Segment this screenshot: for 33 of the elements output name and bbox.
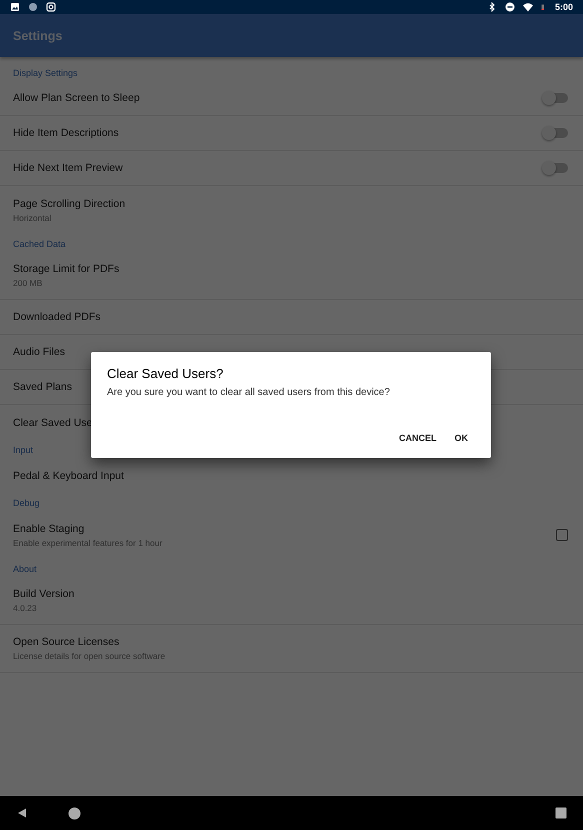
setting-title[interactable]: Storage Limit for PDFs bbox=[13, 263, 570, 275]
wifi-icon bbox=[522, 2, 533, 12]
battery-icon bbox=[540, 2, 547, 12]
setting-title[interactable]: Hide Next Item Preview bbox=[13, 162, 544, 174]
setting-title[interactable]: Enable Staging bbox=[13, 522, 556, 534]
section-header: Cached Data bbox=[12, 238, 67, 251]
section-header: About bbox=[12, 563, 38, 576]
dialog-title: Clear Saved Users? bbox=[107, 366, 224, 381]
app-bar-title: Settings bbox=[13, 28, 62, 42]
dialog-button[interactable]: CANCEL bbox=[392, 427, 444, 449]
back-icon[interactable] bbox=[16, 807, 28, 819]
toggle-switch[interactable] bbox=[544, 128, 568, 138]
setting-title[interactable]: Downloaded PDFs bbox=[13, 311, 570, 323]
checkbox[interactable] bbox=[556, 529, 568, 541]
recents-icon[interactable] bbox=[555, 807, 567, 819]
section-header: Display Settings bbox=[12, 67, 79, 80]
setting-title[interactable]: Allow Plan Screen to Sleep bbox=[13, 92, 544, 104]
dialog-message: Are you sure you want to clear all saved users from this device? bbox=[107, 387, 391, 398]
bluetooth-icon bbox=[486, 2, 497, 12]
setting-title[interactable]: Page Scrolling Direction bbox=[13, 198, 570, 210]
home-icon[interactable] bbox=[68, 806, 81, 820]
section-header: Debug bbox=[12, 497, 41, 510]
camera-icon bbox=[46, 2, 56, 12]
setting-title[interactable]: Open Source Licenses bbox=[13, 636, 570, 648]
clock-time: 5:00 bbox=[554, 2, 573, 12]
toggle-switch[interactable] bbox=[544, 93, 568, 103]
section-header: Input bbox=[12, 444, 34, 457]
setting-title[interactable]: Hide Item Descriptions bbox=[13, 127, 544, 139]
toggle-switch[interactable] bbox=[544, 163, 568, 173]
setting-title[interactable]: Build Version bbox=[13, 588, 570, 600]
setting-title[interactable]: Pedal & Keyboard Input bbox=[13, 470, 570, 482]
circle-icon bbox=[28, 2, 38, 12]
dialog-button[interactable]: OK bbox=[448, 427, 475, 449]
